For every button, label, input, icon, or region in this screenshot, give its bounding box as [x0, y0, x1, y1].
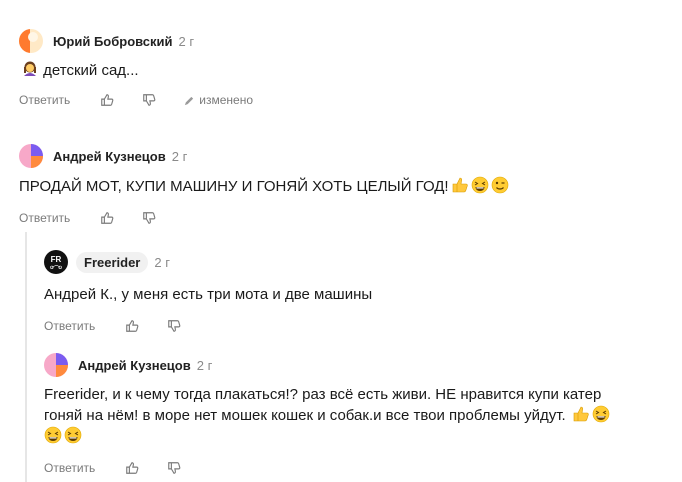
comment-time: 2 г: [196, 357, 213, 373]
reply-button[interactable]: Ответить: [44, 461, 95, 475]
motorcycle-icon: [50, 264, 62, 269]
comment-text-line-2-wrap: гоняй на нём! в море нет мошек кошек и с…: [44, 405, 664, 426]
comment-time: 2 г: [171, 148, 188, 164]
comment-text-line-1: Freerider, и к чему тогда плакаться!? ра…: [44, 386, 602, 403]
grinning-squinting-emoji-icon: [592, 405, 610, 423]
thumbs-down-icon[interactable]: [167, 461, 181, 475]
author-name[interactable]: Freerider: [76, 251, 149, 273]
comment-actions: Ответить: [44, 459, 682, 477]
thumbs-up-icon[interactable]: [125, 461, 139, 475]
comment-4: Андрей Кузнецов 2 г Freerider, и к чему …: [44, 353, 682, 477]
comment-actions: Ответить: [19, 209, 682, 227]
avatar[interactable]: FR: [44, 250, 68, 274]
comment-1: Юрий Бобровский 2 г детский сад... Ответ…: [19, 29, 682, 109]
thumbs-up-icon[interactable]: [100, 211, 114, 225]
comment-time: 2 г: [178, 33, 195, 49]
comment-time: 2 г: [154, 254, 170, 270]
avatar[interactable]: [19, 29, 43, 53]
emoji-line: [44, 426, 664, 447]
thumbs-down-icon[interactable]: [167, 319, 181, 333]
comment-actions: Ответить изменено: [19, 91, 682, 109]
author-name[interactable]: Андрей Кузнецов: [78, 358, 191, 373]
pencil-icon: [185, 96, 194, 105]
comment-text-content: детский сад...: [43, 62, 139, 79]
comment-text: детский сад...: [19, 60, 682, 81]
thumbs-down-icon[interactable]: [142, 211, 156, 225]
author-name[interactable]: Андрей Кузнецов: [53, 149, 166, 164]
comment-header: Андрей Кузнецов 2 г: [19, 144, 682, 168]
grinning-squinting-emoji-icon: [44, 426, 62, 444]
comment-header: FR Freerider 2 г: [44, 250, 682, 274]
thumbs-up-icon[interactable]: [125, 319, 139, 333]
avatar[interactable]: [19, 144, 43, 168]
avatar-initials: FR: [50, 254, 62, 264]
comment-text: Freerider, и к чему тогда плакаться!? ра…: [44, 384, 664, 447]
comment-text-line-2: гоняй на нём! в море нет мошек кошек и с…: [44, 407, 566, 424]
reply-button[interactable]: Ответить: [19, 93, 70, 107]
comment-2: Андрей Кузнецов 2 г ПРОДАЙ МОТ, КУПИ МАШ…: [19, 144, 682, 227]
comment-text: ПРОДАЙ МОТ, КУПИ МАШИНУ И ГОНЯЙ ХОТЬ ЦЕЛ…: [19, 176, 682, 197]
comment-header: Андрей Кузнецов 2 г: [44, 353, 682, 377]
author-name[interactable]: Юрий Бобровский: [53, 34, 173, 49]
thumbs-up-icon[interactable]: [100, 93, 114, 107]
edited-label: изменено: [184, 93, 253, 107]
thumbs-up-emoji-icon: [452, 177, 468, 193]
comment-text-content: ПРОДАЙ МОТ, КУПИ МАШИНУ И ГОНЯЙ ХОТЬ ЦЕЛ…: [19, 178, 449, 195]
reply-button[interactable]: Ответить: [44, 319, 95, 333]
comment-text: Андрей К., у меня есть три мота и две ма…: [44, 286, 373, 303]
thumbs-up-emoji-icon: [573, 406, 589, 422]
edited-text: изменено: [199, 93, 254, 107]
winking-face-emoji-icon: [491, 176, 508, 194]
comment-header: Юрий Бобровский 2 г: [19, 29, 682, 53]
woman-emoji-icon: [24, 61, 36, 76]
comment-actions: Ответить: [44, 317, 682, 335]
comment-3: FR Freerider 2 г Андрей К., у меня есть …: [44, 250, 682, 335]
avatar[interactable]: [44, 353, 68, 377]
grinning-squinting-emoji-icon: [64, 426, 82, 444]
reply-button[interactable]: Ответить: [19, 211, 70, 225]
thumbs-down-icon[interactable]: [142, 93, 156, 107]
grinning-squinting-emoji-icon: [471, 176, 488, 194]
thread-line: [25, 232, 27, 482]
